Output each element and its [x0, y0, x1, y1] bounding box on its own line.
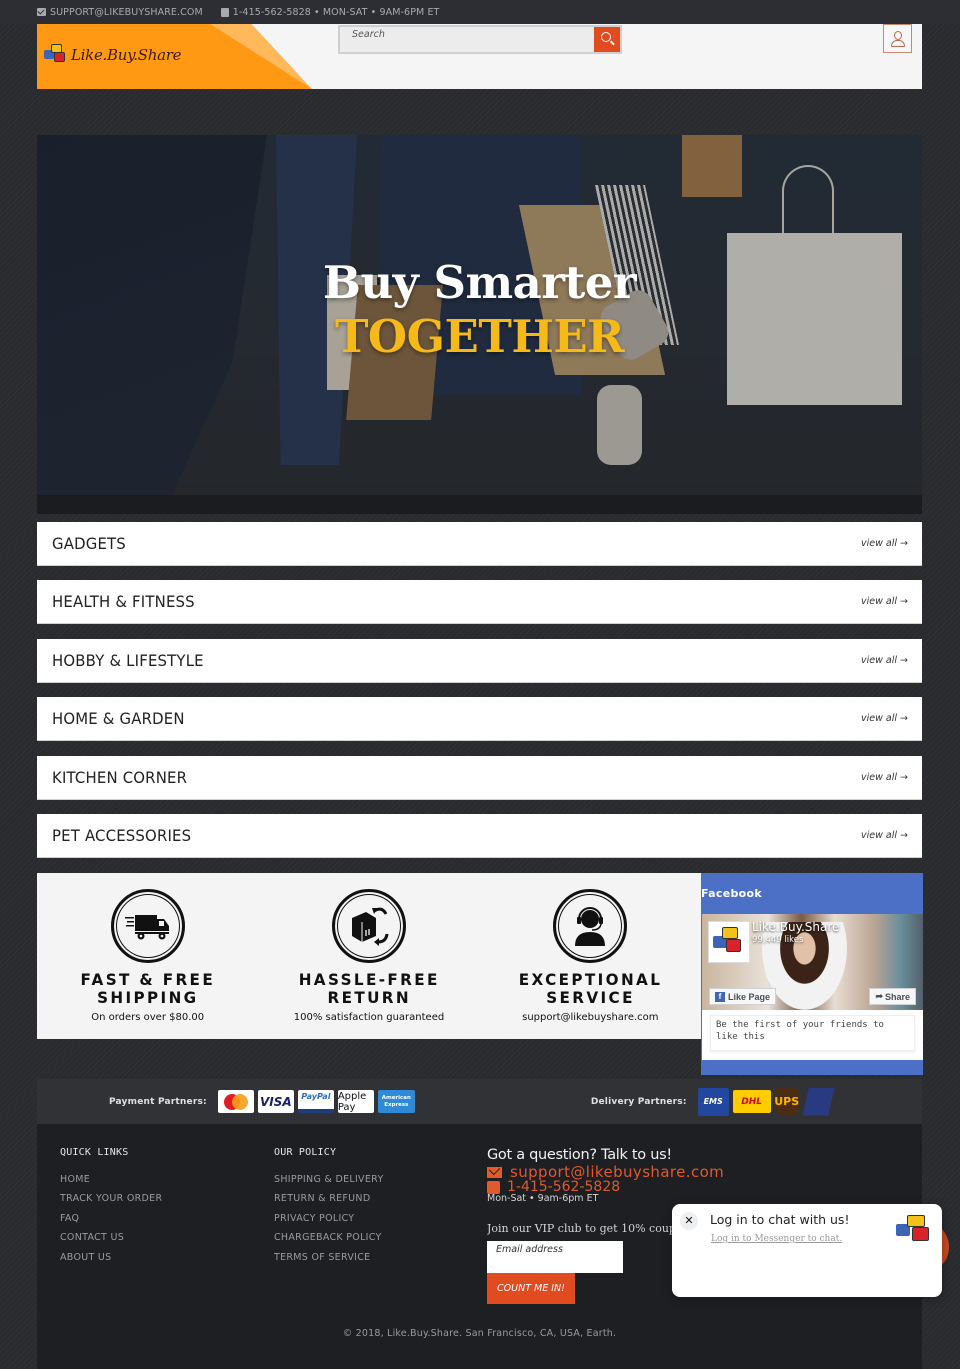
feature-title: FAST & FREE SHIPPING [80, 970, 215, 1007]
feature-shipping: FAST & FREE SHIPPING On orders over $80.… [37, 873, 258, 1039]
features-strip: FAST & FREE SHIPPING On orders over $80.… [37, 873, 701, 1039]
category-title[interactable]: GADGETS [52, 534, 126, 553]
ups-logo: UPS [774, 1087, 799, 1116]
quick-links-title: QUICK LINKS [60, 1147, 129, 1158]
category-row-gadgets: GADGETS view all → [37, 522, 922, 566]
footer-link-contact[interactable]: CONTACT US [60, 1232, 124, 1243]
category-row-kitchen-corner: KITCHEN CORNER view all → [37, 756, 922, 800]
view-all-link[interactable]: view all → [861, 772, 908, 783]
footer-link-chargeback[interactable]: CHARGEBACK POLICY [274, 1232, 382, 1243]
share-arrow-icon: ➦ [875, 991, 883, 1001]
feature-return: HASSLE-FREE RETURN 100% satisfaction gua… [258, 873, 479, 1039]
dhl-logo: DHL [732, 1090, 771, 1113]
chat-title: Log in to chat with us! [710, 1212, 850, 1227]
newsletter-subscribe-button[interactable]: COUNT ME IN! [487, 1273, 575, 1304]
contact-title: Got a question? Talk to us! [487, 1147, 672, 1163]
contact-hours: Mon-Sat • 9am-6pm ET [487, 1193, 599, 1204]
feature-title: EXCEPTIONAL SERVICE [518, 970, 663, 1007]
topbar-phone-text: 1-415-562-5828 • MON-SAT • 9AM-6PM ET [232, 6, 440, 18]
hero-subtitle: TOGETHER [334, 310, 625, 363]
delivery-partners-label: Delivery Partners: [590, 1096, 687, 1107]
hero-title: Buy Smarter [322, 256, 637, 309]
apple-pay-logo: Apple Pay [337, 1090, 374, 1113]
facebook-icon: f [715, 991, 725, 1002]
american-express-logo: American Express [377, 1090, 415, 1113]
footer-link-return-refund[interactable]: RETURN & REFUND [274, 1193, 370, 1204]
paypal-logo: PayPal [297, 1090, 334, 1113]
category-title[interactable]: HEALTH & FITNESS [52, 592, 195, 611]
search-form [338, 25, 622, 54]
payment-partners-label: Payment Partners: [109, 1096, 207, 1107]
headset-agent-icon [553, 889, 628, 963]
account-button[interactable] [883, 24, 912, 53]
footer-link-faq[interactable]: FAQ [60, 1213, 79, 1224]
category-title[interactable]: KITCHEN CORNER [52, 768, 187, 787]
logo-text: Like.Buy.Share [71, 46, 182, 64]
policy-title: OUR POLICY [274, 1147, 337, 1158]
usps-logo: USPS [802, 1087, 835, 1116]
topbar-email[interactable]: SUPPORT@LIKEBUYSHARE.COM [37, 7, 203, 18]
category-row-hobby-lifestyle: HOBBY & LIFESTYLE view all → [37, 639, 922, 683]
facebook-like-page-button[interactable]: f Like Page [709, 988, 777, 1005]
messenger-chat-popup: ✕ Log in to chat with us! Log in to Mess… [672, 1204, 942, 1297]
facebook-friends-text: Be the first of your friends to like thi… [710, 1015, 915, 1051]
view-all-link[interactable]: view all → [861, 830, 908, 841]
category-row-home-garden: HOME & GARDEN view all → [37, 697, 922, 741]
facebook-widget: Facebook Like.Buy.Share 99,449 likes f L… [701, 873, 923, 1075]
envelope-icon [487, 1166, 502, 1178]
footer-link-about[interactable]: ABOUT US [60, 1252, 112, 1263]
view-all-link[interactable]: view all → [861, 655, 908, 666]
view-all-link[interactable]: view all → [861, 713, 908, 724]
search-button[interactable] [594, 27, 620, 52]
site-logo[interactable]: Like.Buy.Share [44, 44, 181, 66]
facebook-share-button[interactable]: ➦ Share [869, 988, 916, 1005]
close-icon[interactable]: ✕ [680, 1212, 698, 1230]
newsletter-email-input[interactable] [487, 1241, 623, 1273]
return-box-icon [331, 889, 406, 963]
view-all-link[interactable]: view all → [861, 596, 908, 607]
feature-subtitle: On orders over $80.00 [91, 1012, 205, 1023]
category-row-health-fitness: HEALTH & FITNESS view all → [37, 580, 922, 624]
facebook-cover-image[interactable]: Like.Buy.Share 99,449 likes f Like Page … [702, 914, 923, 1010]
ems-logo: EMS [697, 1087, 729, 1116]
mastercard-logo [217, 1090, 254, 1113]
feature-subtitle: 100% satisfaction guaranteed [293, 1012, 445, 1023]
footer-link-home[interactable]: HOME [60, 1174, 90, 1185]
feature-title: HASSLE-FREE RETURN [298, 970, 440, 1007]
topbar-phone[interactable]: 1-415-562-5828 • MON-SAT • 9AM-6PM ET [220, 6, 440, 18]
messenger-login-link[interactable]: Log in to Messenger to chat. [711, 1234, 842, 1244]
visa-logo: VISA [257, 1090, 294, 1113]
site-header: Like.Buy.Share [37, 24, 922, 89]
footer-link-terms[interactable]: TERMS OF SERVICE [274, 1252, 370, 1263]
top-contact-bar: SUPPORT@LIKEBUYSHARE.COM 1-415-562-5828 … [0, 0, 960, 24]
chat-bubbles-logo-icon [896, 1214, 934, 1246]
footer-link-privacy[interactable]: PRIVACY POLICY [274, 1213, 354, 1224]
user-icon [894, 31, 902, 40]
delivery-truck-icon [110, 889, 185, 963]
feature-service: EXCEPTIONAL SERVICE support@likebuyshare… [480, 873, 701, 1039]
envelope-icon [37, 8, 46, 16]
facebook-likes-count: 99,449 likes [752, 935, 804, 945]
footer-link-track-order[interactable]: TRACK YOUR ORDER [60, 1193, 162, 1204]
topbar-email-text: SUPPORT@LIKEBUYSHARE.COM [50, 6, 203, 18]
facebook-page-name[interactable]: Like.Buy.Share [752, 920, 839, 934]
facebook-friends-panel: Be the first of your friends to like thi… [702, 1010, 923, 1060]
facebook-label: Facebook [701, 887, 762, 900]
feature-subtitle: support@likebuyshare.com [522, 1012, 659, 1023]
category-title[interactable]: PET ACCESSORIES [52, 826, 191, 845]
chat-bubbles-logo-icon [44, 44, 68, 66]
category-title[interactable]: HOBBY & LIFESTYLE [52, 651, 204, 670]
vip-club-text: Join our VIP club to get 10% coupon [487, 1222, 672, 1235]
phone-icon [487, 1180, 500, 1194]
footer-link-shipping[interactable]: SHIPPING & DELIVERY [274, 1174, 384, 1185]
copyright-text: © 2018, Like.Buy.Share. San Francisco, C… [342, 1328, 617, 1339]
partners-bar: Payment Partners: VISA PayPal Apple Pay … [37, 1079, 922, 1124]
category-row-pet-accessories: PET ACCESSORIES view all → [37, 814, 922, 858]
view-all-link[interactable]: view all → [861, 538, 908, 549]
hero-banner[interactable]: Buy Smarter TOGETHER [37, 135, 922, 514]
search-input[interactable] [340, 27, 594, 41]
phone-icon [220, 7, 229, 17]
category-title[interactable]: HOME & GARDEN [52, 709, 185, 728]
facebook-page-avatar[interactable] [708, 921, 750, 963]
